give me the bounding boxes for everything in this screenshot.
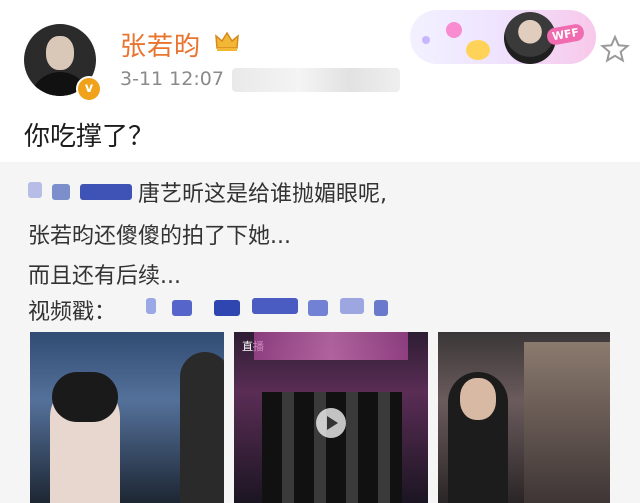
media-thumbnail-3[interactable] [438, 332, 610, 503]
video-link-blurred[interactable] [308, 300, 328, 316]
video-link-blurred[interactable] [172, 300, 192, 316]
repost-line-3: 而且还有后续... [28, 264, 181, 289]
verified-badge-icon: v [76, 76, 102, 102]
media-thumbnail-1[interactable] [30, 332, 224, 503]
person-silhouette [180, 352, 224, 503]
post-source-blurred [232, 68, 400, 92]
repost-line-2: 张若昀还傻傻的拍了下她... [28, 224, 291, 249]
media-thumbnail-2[interactable]: 直播 [234, 332, 428, 503]
background-crowd [524, 342, 610, 503]
crown-icon [215, 31, 239, 51]
play-icon[interactable] [316, 408, 346, 438]
video-link-blurred[interactable] [146, 298, 156, 314]
blurred-username [52, 184, 70, 200]
video-link-blurred[interactable] [252, 298, 298, 314]
person-face [460, 378, 496, 420]
video-link-blurred[interactable] [374, 300, 388, 316]
video-label: 视频戳： [28, 300, 117, 325]
video-link-blurred[interactable] [214, 300, 240, 316]
banner-bubble [466, 40, 490, 60]
video-link-blurred[interactable] [340, 298, 364, 314]
media-grid: 直播 [30, 332, 610, 503]
username[interactable]: 张若昀 [120, 26, 201, 63]
stage-lights [254, 332, 408, 360]
star-icon[interactable] [600, 34, 630, 64]
banner-bubble [446, 22, 462, 38]
post-text: 你吃撑了？ [24, 122, 155, 152]
fan-banner[interactable]: WFF [410, 10, 596, 64]
post-header: v 张若昀 3-11 12:07 WFF [0, 0, 640, 110]
blurred-username [28, 182, 42, 198]
blurred-username [80, 184, 132, 200]
person-hair [52, 372, 118, 422]
repost-line-1: 唐艺昕这是给谁抛媚眼呢, [138, 182, 387, 207]
avatar-face [46, 36, 74, 70]
banner-bubble [422, 36, 430, 44]
post-timestamp: 3-11 12:07 [120, 68, 224, 90]
